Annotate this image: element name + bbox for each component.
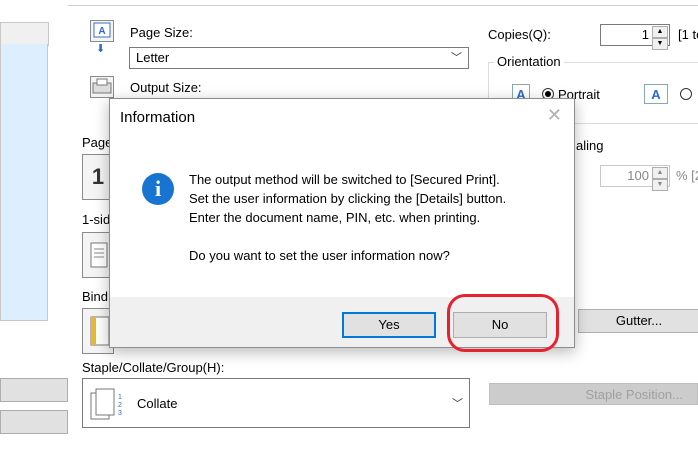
svg-text:3: 3 bbox=[118, 410, 122, 417]
gutter-button[interactable]: Gutter... bbox=[578, 309, 698, 333]
message-line-2: Set the user information by clicking the… bbox=[189, 191, 507, 206]
chevron-down-icon: ﹀ bbox=[451, 52, 462, 64]
one-sided-label: 1-sid bbox=[82, 212, 111, 227]
scaling-input[interactable]: 100 ▲ ▼ bbox=[600, 165, 670, 191]
scaling-unit: % [2 bbox=[676, 168, 698, 183]
output-size-label: Output Size: bbox=[130, 80, 202, 95]
staple-label: Staple/Collate/Group(H): bbox=[82, 360, 225, 375]
binding-label: Bind bbox=[82, 289, 109, 304]
spin-up-icon[interactable]: ▲ bbox=[652, 167, 668, 179]
preview-pane bbox=[0, 44, 48, 321]
spin-up-icon[interactable]: ▲ bbox=[652, 26, 668, 38]
yes-button[interactable]: Yes bbox=[342, 312, 436, 338]
message-question: Do you want to set the user information … bbox=[189, 248, 450, 263]
spin-down-icon[interactable]: ▼ bbox=[652, 38, 668, 50]
page-layout-label: Page bbox=[82, 135, 113, 150]
message-line-3: Enter the document name, PIN, etc. when … bbox=[189, 210, 481, 225]
collate-icon: 123 bbox=[90, 388, 122, 420]
staple-position-button[interactable]: Staple Position... bbox=[489, 383, 698, 405]
preview-header bbox=[0, 22, 49, 46]
svg-text:A: A bbox=[98, 26, 105, 37]
staple-value: Collate bbox=[137, 396, 178, 411]
close-icon[interactable]: ✕ bbox=[547, 105, 562, 126]
top-divider bbox=[68, 5, 698, 6]
info-icon: i bbox=[142, 173, 174, 205]
copies-input[interactable]: 1 ▲ ▼ bbox=[600, 24, 670, 50]
page-size-label: Page Size: bbox=[130, 25, 193, 40]
left-button-2[interactable] bbox=[0, 410, 68, 434]
svg-text:2: 2 bbox=[118, 402, 122, 409]
landscape-radio[interactable] bbox=[680, 88, 692, 100]
highlight-oval bbox=[447, 294, 559, 352]
staple-select[interactable]: 123 Collate ﹀ bbox=[82, 378, 470, 428]
copies-label: Copies(Q): bbox=[488, 27, 551, 42]
scaling-value: 100 bbox=[627, 168, 649, 183]
page-size-select[interactable]: Letter ﹀ bbox=[129, 47, 469, 69]
copies-value: 1 bbox=[641, 27, 649, 42]
arrow-down-icon: ⬇ bbox=[96, 43, 106, 55]
left-button-1[interactable] bbox=[0, 378, 68, 402]
output-size-icon bbox=[90, 76, 114, 98]
chevron-down-icon: ﹀ bbox=[452, 398, 463, 410]
dialog-title: Information bbox=[120, 109, 196, 126]
spin-down-icon[interactable]: ▼ bbox=[652, 179, 668, 191]
copies-range: [1 to bbox=[678, 27, 698, 42]
message-line-1: The output method will be switched to [S… bbox=[189, 172, 500, 187]
landscape-icon: A bbox=[644, 84, 668, 104]
scaling-label: aling bbox=[576, 138, 604, 153]
svg-text:1: 1 bbox=[118, 394, 122, 401]
page-size-icon: A bbox=[90, 20, 114, 42]
orientation-label: Orientation bbox=[494, 54, 564, 69]
page-size-value: Letter bbox=[136, 50, 170, 65]
